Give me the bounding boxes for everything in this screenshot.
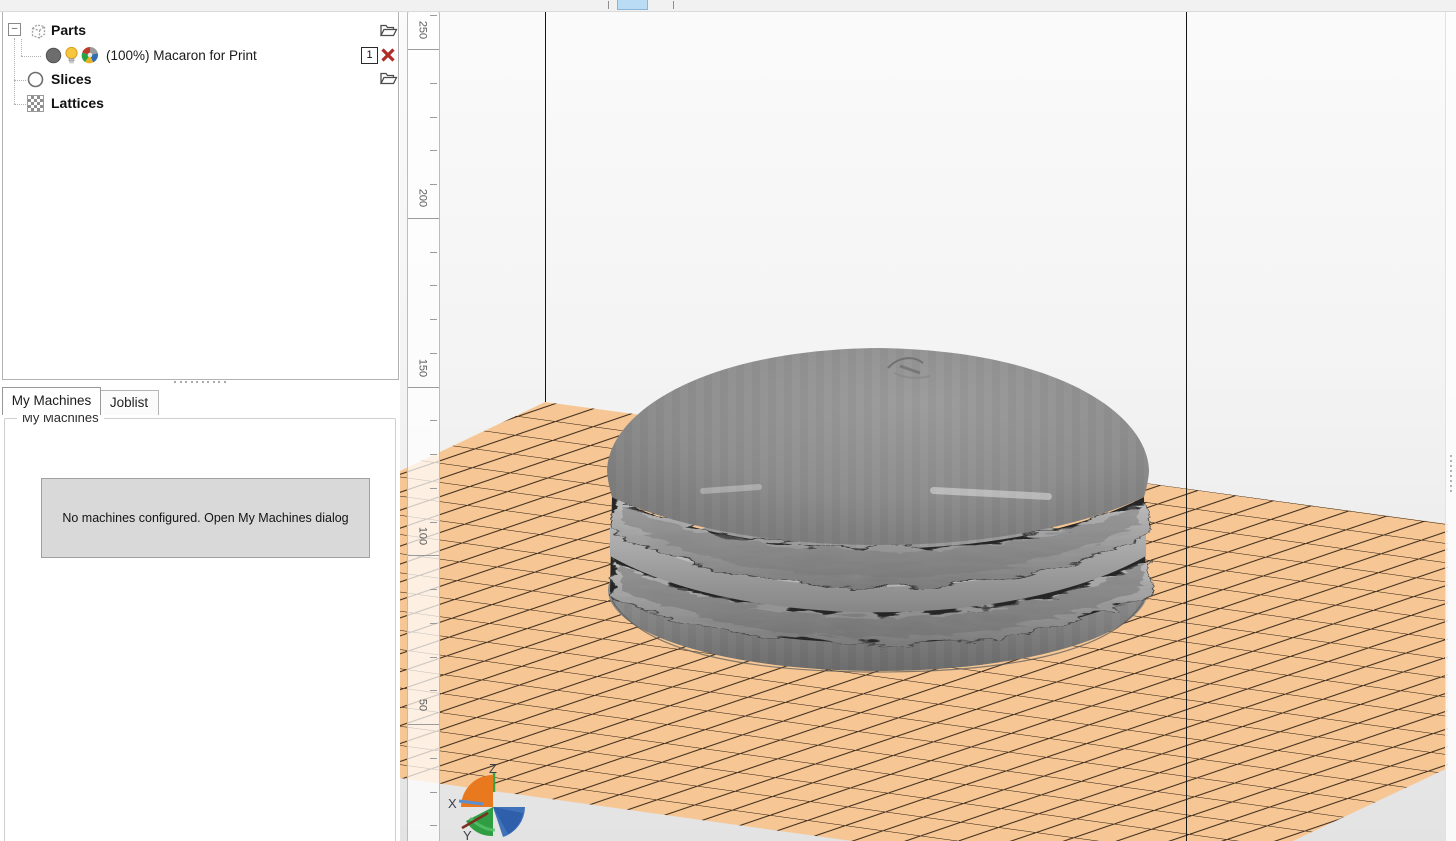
panel-splitter-handle[interactable] [174, 380, 234, 384]
ruler-minor-tick [430, 622, 437, 624]
ruler-minor-tick [430, 487, 437, 489]
ruler-minor-tick [430, 150, 437, 152]
macaron-model[interactable] [607, 348, 1149, 673]
right-panel-grip[interactable] [1445, 11, 1456, 841]
tree-label-lattices: Lattices [51, 95, 104, 111]
ruler-major-line [408, 386, 439, 388]
lattices-checker-icon [27, 95, 44, 112]
ruler-label: 50 [416, 698, 429, 712]
axis-z-label: Z [489, 761, 497, 776]
ruler-label: 250 [416, 20, 429, 40]
ruler-label: 200 [416, 188, 429, 208]
open-folder-icon[interactable] [379, 21, 398, 39]
tree-row-slices[interactable]: Slices [3, 68, 398, 92]
tree-label-slices: Slices [51, 71, 92, 87]
part-sphere-icon [45, 47, 62, 64]
ruler-minor-tick [430, 656, 437, 658]
tab-joblist[interactable]: Joblist [100, 390, 159, 415]
sidebar: – Parts (100%) Macaron for Print 1 Slice… [0, 0, 400, 841]
ruler-minor-tick [430, 454, 437, 455]
collapse-expander-icon[interactable]: – [8, 23, 21, 36]
ruler-tick [673, 1, 674, 9]
ruler-label: 150 [416, 358, 429, 378]
tree-row-lattices[interactable]: Lattices [3, 92, 398, 116]
my-machines-groupbox: My Machines No machines configured. Open… [4, 410, 396, 841]
color-wheel-icon [81, 46, 99, 64]
tab-my-machines[interactable]: My Machines [2, 387, 101, 415]
tree-row-part-item[interactable]: (100%) Macaron for Print 1 [3, 44, 398, 68]
ruler-tick [608, 1, 609, 9]
ruler-major-line [408, 724, 439, 725]
tree-label-parts: Parts [51, 22, 87, 38]
open-folder-icon[interactable] [379, 69, 398, 87]
ruler-minor-tick [430, 116, 437, 118]
ruler-minor-tick [430, 319, 437, 320]
ruler-minor-tick [430, 82, 437, 84]
ruler-minor-tick [430, 420, 437, 422]
tree-row-parts[interactable]: – Parts [3, 20, 398, 44]
visibility-lightbulb-icon[interactable] [64, 46, 79, 65]
ruler-label: 100 [416, 526, 429, 546]
top-toolbar-strip [0, 0, 1456, 12]
ruler-minor-tick [430, 757, 437, 759]
ruler-major-line [408, 49, 439, 50]
netfabb-window: { "header": { "scroll_chip": "" }, "side… [0, 0, 1456, 841]
axis-y-label: Y [463, 828, 472, 841]
ruler-minor-tick [430, 251, 437, 253]
ruler-major-line [408, 555, 439, 557]
horizontal-scroll-chip[interactable] [617, 0, 648, 10]
no-machines-message-button[interactable]: No machines configured. Open My Machines… [41, 478, 370, 558]
ruler-minor-tick [430, 825, 437, 827]
axis-x-label: X [448, 796, 457, 811]
ruler-minor-tick [430, 589, 437, 590]
part-count-field[interactable]: 1 [361, 47, 378, 64]
parts-cube-icon [31, 24, 46, 39]
ruler-minor-tick [430, 791, 437, 793]
part-item-label: (100%) Macaron for Print [106, 48, 257, 63]
ruler-minor-tick [430, 285, 437, 287]
parts-tree-panel: – Parts (100%) Macaron for Print 1 Slice… [2, 8, 399, 380]
slices-circle-icon [27, 71, 44, 88]
delete-part-icon[interactable] [380, 47, 396, 63]
ruler-major-line [408, 217, 439, 219]
